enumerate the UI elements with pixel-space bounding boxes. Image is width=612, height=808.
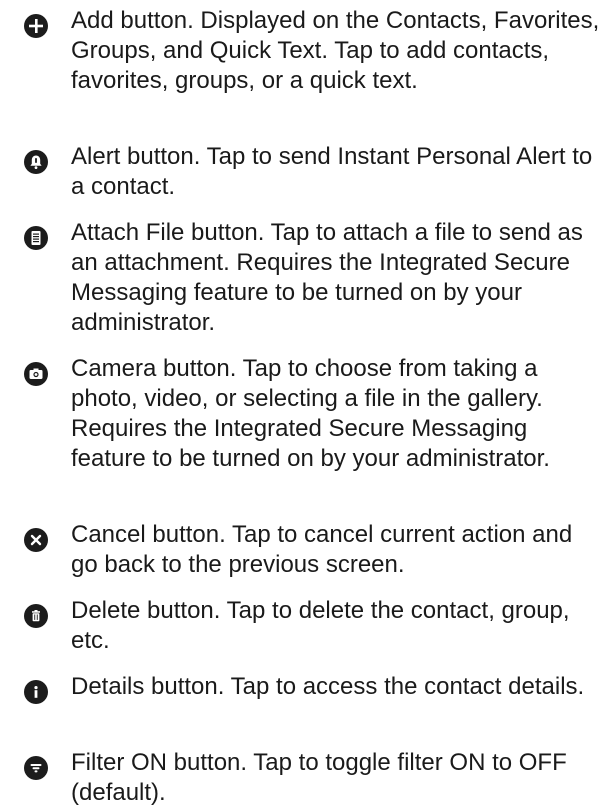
list-item-text: Alert button. Tap to send Instant Person… [71,143,593,200]
list-item-text: Delete button. Tap to delete the contact… [71,597,570,654]
add-icon [24,14,48,38]
list-item-text: Filter ON button. Tap to toggle filter O… [71,749,567,806]
details-icon [24,680,48,704]
list-item-text: Attach File button. Tap to attach a file… [71,219,583,336]
list-item-text: Details button. Tap to access the contac… [71,673,585,700]
camera-icon [24,362,48,386]
list-item-text: Camera button. Tap to choose from taking… [71,355,550,472]
alert-icon [24,150,48,174]
filter-icon [24,756,48,780]
attach-file-icon [24,226,48,250]
delete-icon [24,604,48,628]
list-item-text: Cancel button. Tap to cancel current act… [71,521,573,578]
list-item-text: Add button. Displayed on the Contacts, F… [71,7,600,94]
cancel-icon [24,528,48,552]
